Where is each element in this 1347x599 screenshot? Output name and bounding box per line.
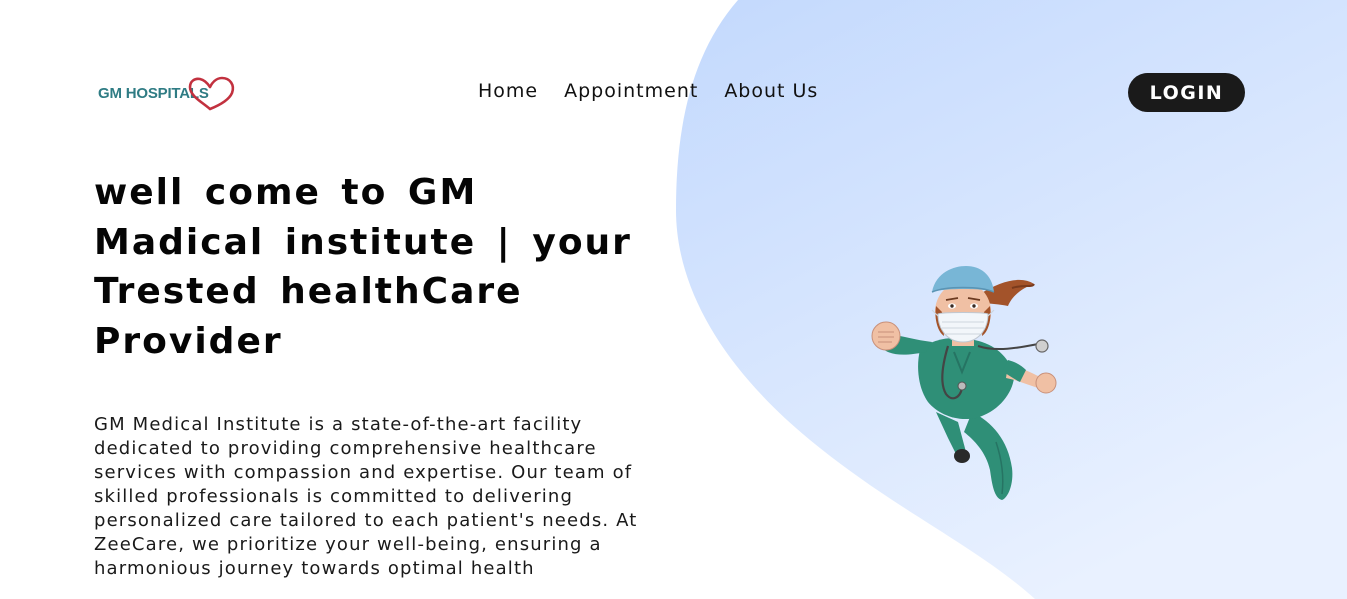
landing-page: GM HOSPITALS Home Appointment About Us L… xyxy=(0,0,1347,599)
heart-icon xyxy=(188,76,235,111)
main-nav: Home Appointment About Us xyxy=(478,80,818,102)
login-button[interactable]: LOGIN xyxy=(1128,73,1245,112)
nav-home-link[interactable]: Home xyxy=(478,80,538,102)
nav-about-us-link[interactable]: About Us xyxy=(724,80,818,102)
superhero-nurse-illustration xyxy=(871,266,1057,500)
nav-appointment-link[interactable]: Appointment xyxy=(564,80,698,102)
hero-description: GM Medical Institute is a state-of-the-a… xyxy=(94,414,638,579)
site-header: GM HOSPITALS Home Appointment About Us L… xyxy=(0,0,1347,186)
site-logo[interactable]: GM HOSPITALS xyxy=(96,76,242,112)
hero-title: well come to GM Madical institute | your… xyxy=(94,172,632,362)
